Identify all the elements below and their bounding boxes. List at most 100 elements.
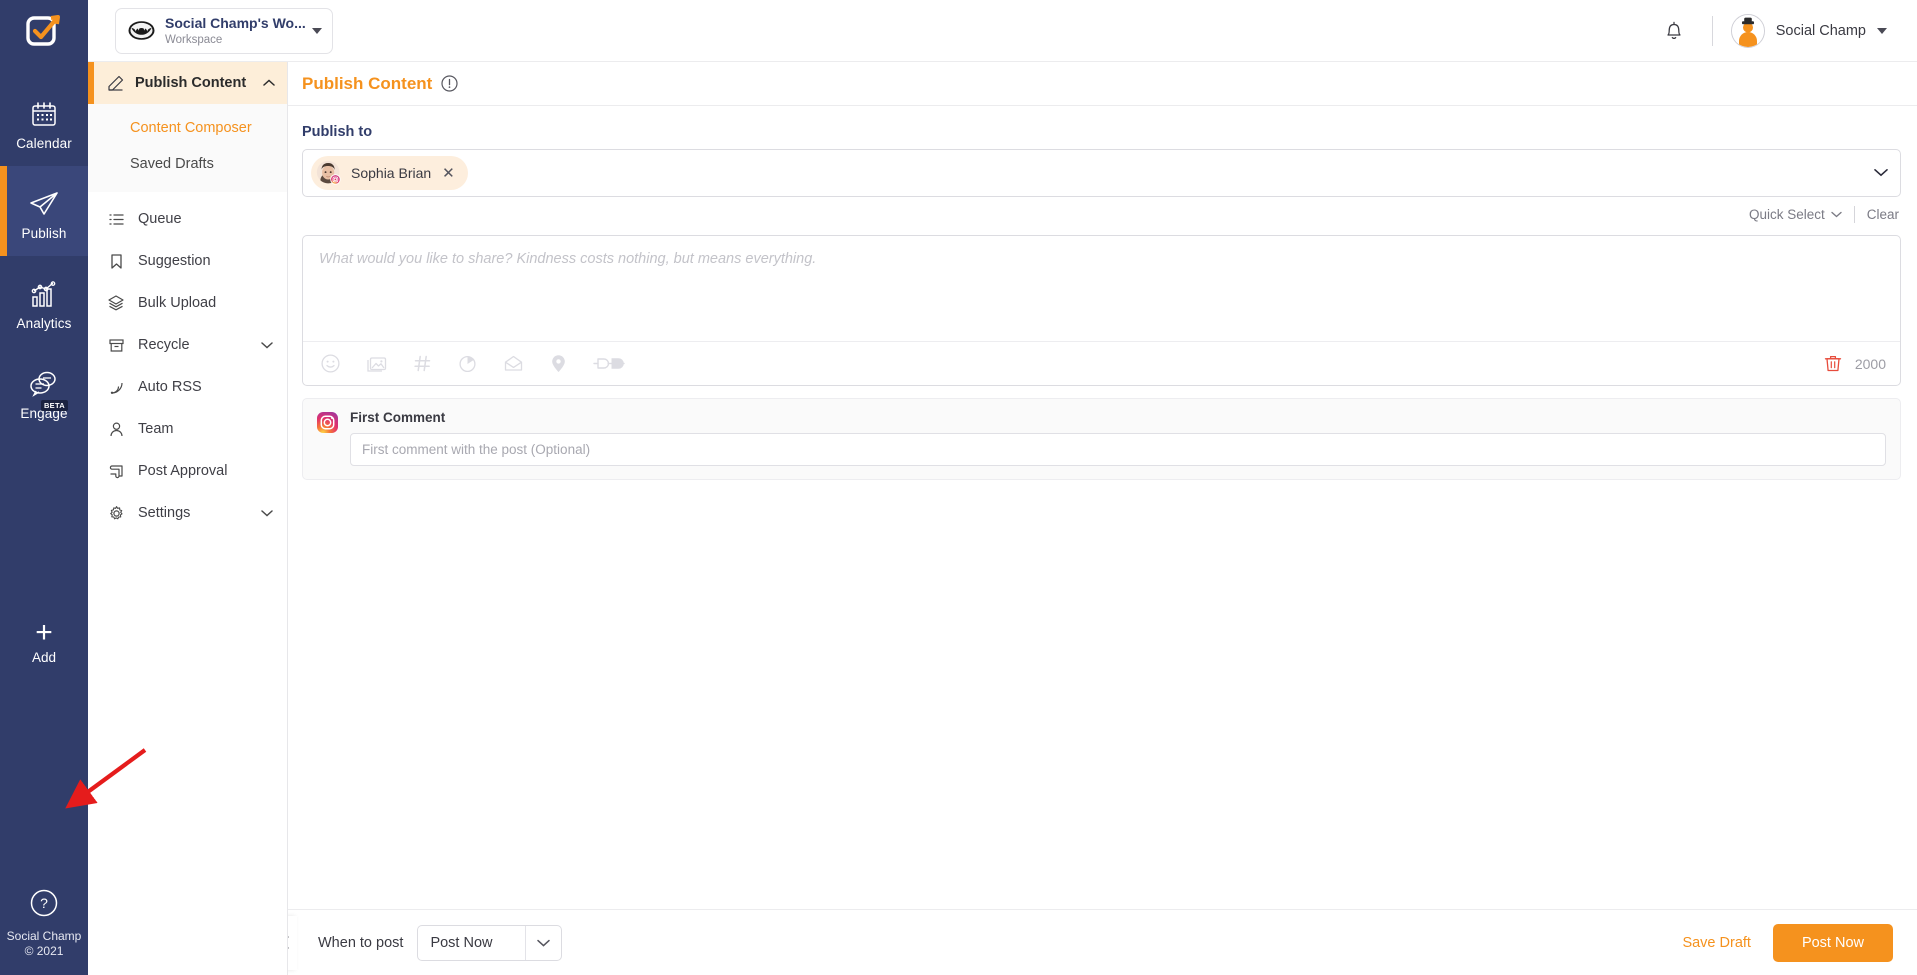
nav-sub-item-label: Content Composer xyxy=(130,120,252,136)
rail-item-analytics[interactable]: Analytics xyxy=(0,256,88,346)
user-menu[interactable]: Social Champ xyxy=(1731,14,1887,48)
instagram-icon xyxy=(317,412,338,433)
publish-to-helpers: Quick Select Clear xyxy=(302,206,1901,223)
workspace-subtitle: Workspace xyxy=(165,34,302,46)
post-now-button[interactable]: Post Now xyxy=(1773,924,1893,962)
app-root: Calendar Publish xyxy=(0,0,1917,975)
nav-item-team[interactable]: Team xyxy=(88,408,287,450)
rail-item-publish[interactable]: Publish xyxy=(0,166,88,256)
rail-item-calendar[interactable]: Calendar xyxy=(0,76,88,166)
nav-item-queue[interactable]: Queue xyxy=(88,198,287,240)
trash-icon[interactable] xyxy=(1824,354,1842,373)
paper-plane-icon xyxy=(24,182,64,220)
calendar-icon xyxy=(24,92,64,130)
avatar xyxy=(316,160,342,186)
caret-down-icon xyxy=(312,28,322,34)
rail-item-list: Calendar Publish xyxy=(0,76,88,436)
emoji-icon[interactable] xyxy=(321,354,340,373)
secondary-nav: Publish Content Content Composer Saved D… xyxy=(88,0,288,975)
save-draft-button[interactable]: Save Draft xyxy=(1682,935,1751,951)
first-comment-title: First Comment xyxy=(350,410,1886,425)
add-label: Add xyxy=(32,650,56,665)
account-chip-sophia-brian: Sophia Brian ✕ xyxy=(311,156,468,190)
bar-chart-icon xyxy=(24,272,64,310)
nav-item-bulk-upload[interactable]: Bulk Upload xyxy=(88,282,287,324)
envelope-icon[interactable] xyxy=(503,354,524,373)
list-icon xyxy=(107,210,125,228)
location-pin-icon[interactable] xyxy=(550,354,567,374)
nav-item-suggestion[interactable]: Suggestion xyxy=(88,240,287,282)
divider xyxy=(1712,16,1713,46)
publish-to-label: Publish to xyxy=(302,124,1901,140)
quick-select-dropdown[interactable]: Quick Select xyxy=(1749,207,1842,222)
chevron-down-icon xyxy=(261,341,273,349)
chip-label: Sophia Brian xyxy=(351,165,431,181)
page-header: Publish Content xyxy=(288,62,1917,106)
help-circle-icon[interactable]: ? xyxy=(29,888,59,923)
chevron-down-icon xyxy=(1831,211,1842,218)
char-counter: 2000 xyxy=(1855,356,1886,372)
user-name: Social Champ xyxy=(1776,23,1866,39)
publish-to-select[interactable]: Sophia Brian ✕ xyxy=(302,149,1901,197)
when-to-post-label: When to post xyxy=(318,935,403,951)
bookmark-icon xyxy=(107,252,125,270)
nav-item-post-approval[interactable]: Post Approval xyxy=(88,450,287,492)
nav-sub-items: Content Composer Saved Drafts xyxy=(88,104,287,192)
bell-icon[interactable] xyxy=(1654,11,1694,51)
rail-item-label: Analytics xyxy=(17,316,72,331)
add-account-button[interactable]: + Add xyxy=(0,620,88,665)
nav-item-recycle[interactable]: Recycle xyxy=(88,324,287,366)
first-comment-body: First Comment xyxy=(350,410,1886,466)
rail-item-label: Publish xyxy=(22,226,67,241)
pencil-icon xyxy=(106,74,124,92)
plugin-icon[interactable] xyxy=(593,355,625,372)
nav-header-publish-content[interactable]: Publish Content xyxy=(88,62,287,104)
nav-item-label: Suggestion xyxy=(138,253,273,269)
first-comment-input[interactable] xyxy=(350,433,1886,466)
chevron-down-icon[interactable] xyxy=(1874,164,1888,182)
composer-toolbar-right: 2000 xyxy=(1824,354,1886,373)
nav-item-label: Team xyxy=(138,421,273,437)
composer-toolbar: 2000 xyxy=(303,341,1900,385)
info-circle-icon[interactable] xyxy=(441,75,458,92)
chevron-up-icon xyxy=(263,79,275,87)
workspace-picker[interactable]: Social Champ's Wo... Workspace xyxy=(115,8,333,54)
main-content: Publish Content Publish to xyxy=(288,62,1917,975)
user-avatar-icon xyxy=(1731,14,1765,48)
nav-item-list: Queue Suggestion Bulk xyxy=(88,192,287,534)
nav-item-label: Auto RSS xyxy=(138,379,273,395)
footer-actions: Save Draft Post Now xyxy=(1682,924,1893,962)
batman-logo-icon xyxy=(128,17,155,44)
image-icon[interactable] xyxy=(366,354,387,373)
composer-textarea[interactable]: What would you like to share? Kindness c… xyxy=(303,236,1900,341)
nav-item-auto-rss[interactable]: Auto RSS xyxy=(88,366,287,408)
nav-sub-item-saved-drafts[interactable]: Saved Drafts xyxy=(88,146,287,182)
chat-bubbles-icon xyxy=(24,362,64,400)
poll-icon[interactable] xyxy=(458,354,477,373)
workspace-name: Social Champ's Wo... xyxy=(165,15,306,31)
composer-scroll-area: Publish to xyxy=(288,106,1917,909)
chevron-down-icon xyxy=(525,926,561,960)
nav-item-label: Settings xyxy=(138,505,248,521)
clear-button[interactable]: Clear xyxy=(1867,207,1899,222)
nav-header-label: Publish Content xyxy=(135,75,246,91)
plus-icon: + xyxy=(35,620,53,646)
rail-item-engage[interactable]: BETA Engage xyxy=(0,346,88,436)
rss-icon xyxy=(107,378,125,396)
workspace-text: Social Champ's Wo... Workspace xyxy=(165,15,302,46)
divider xyxy=(1854,206,1855,223)
app-logo[interactable] xyxy=(0,0,88,62)
svg-text:?: ? xyxy=(40,895,48,911)
rail-footer: ? Social Champ © 2021 xyxy=(0,888,88,959)
close-icon[interactable]: ✕ xyxy=(440,166,457,181)
nav-item-settings[interactable]: Settings xyxy=(88,492,287,534)
hashtag-icon[interactable] xyxy=(413,354,432,373)
rail-footer-brand: Social Champ xyxy=(7,929,82,944)
archive-icon xyxy=(107,336,125,354)
nav-sub-item-content-composer[interactable]: Content Composer xyxy=(88,110,287,146)
content-composer: What would you like to share? Kindness c… xyxy=(302,235,1901,386)
quick-select-label: Quick Select xyxy=(1749,207,1825,222)
when-to-post-select[interactable]: Post Now xyxy=(417,925,562,961)
rail-item-label: Calendar xyxy=(16,136,72,151)
first-comment-card: First Comment xyxy=(302,398,1901,480)
